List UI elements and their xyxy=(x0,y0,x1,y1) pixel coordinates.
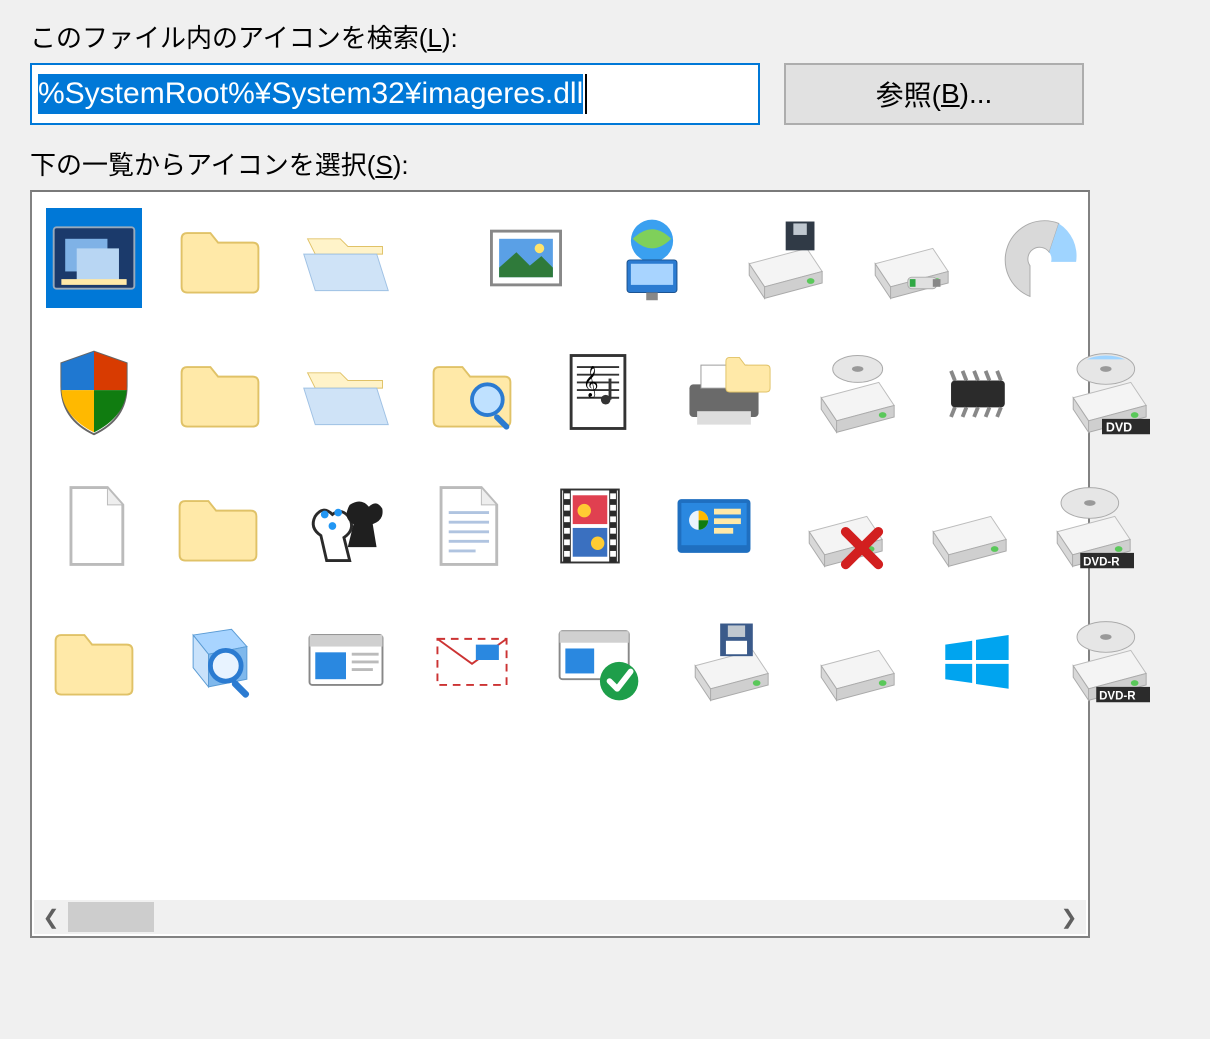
scroll-thumb[interactable] xyxy=(68,902,154,932)
drive-icon[interactable] xyxy=(802,610,898,710)
dvdr-drive-icon[interactable]: DVD-R xyxy=(1054,610,1150,710)
svg-text:DVD: DVD xyxy=(1106,420,1132,434)
chip-icon[interactable] xyxy=(928,342,1024,442)
folder-open-icon[interactable] xyxy=(298,342,394,442)
windows-logo-icon[interactable] xyxy=(928,610,1024,710)
folder-icon[interactable] xyxy=(46,610,142,710)
text-document-icon[interactable] xyxy=(418,476,514,576)
drive-floppy-icon[interactable] xyxy=(730,208,826,308)
icon-empty xyxy=(424,208,448,308)
scroll-left-button[interactable]: ❮ xyxy=(34,900,68,934)
program-default-icon[interactable] xyxy=(666,476,762,576)
scroll-track[interactable] xyxy=(68,900,1052,934)
document-blank-icon[interactable] xyxy=(46,476,142,576)
icons-list[interactable]: 𝄞DVDDVD-RDVD-R ❮ ❯ xyxy=(30,190,1090,938)
shield-security-icon[interactable] xyxy=(46,342,142,442)
drive-icon[interactable] xyxy=(914,476,1010,576)
text-caret xyxy=(585,74,587,114)
svg-text:𝄞: 𝄞 xyxy=(583,365,599,398)
folder-search-icon[interactable] xyxy=(424,342,520,442)
folder-icon[interactable] xyxy=(172,342,268,442)
drive-usb-icon[interactable] xyxy=(856,208,952,308)
envelope-icon[interactable] xyxy=(424,610,520,710)
path-selected-text: %SystemRoot%¥System32¥imageres.dll xyxy=(38,74,583,114)
dvd-drive-icon[interactable]: DVD xyxy=(1054,342,1150,442)
path-row: %SystemRoot%¥System32¥imageres.dll 参照(B)… xyxy=(30,63,1180,125)
disc-eject-icon[interactable] xyxy=(802,342,898,442)
browse-button[interactable]: 参照(B)... xyxy=(784,63,1084,125)
search-3d-icon[interactable] xyxy=(172,610,268,710)
search-label: このファイル内のアイコンを検索(L): xyxy=(30,18,1180,55)
scroll-right-button[interactable]: ❯ xyxy=(1052,900,1086,934)
disc-partial-icon[interactable] xyxy=(982,208,1078,308)
folder-icon[interactable] xyxy=(172,208,268,308)
window-icon[interactable] xyxy=(298,610,394,710)
printer-folder-icon[interactable] xyxy=(676,342,772,442)
drive-save-icon[interactable] xyxy=(676,610,772,710)
game-pieces-icon[interactable] xyxy=(294,476,390,576)
folder-open-icon[interactable] xyxy=(298,208,394,308)
icon-path-input[interactable]: %SystemRoot%¥System32¥imageres.dll xyxy=(30,63,760,125)
horizontal-scrollbar[interactable]: ❮ ❯ xyxy=(34,900,1086,934)
svg-text:DVD-R: DVD-R xyxy=(1099,690,1136,702)
network-globe-icon[interactable] xyxy=(604,208,700,308)
svg-text:DVD-R: DVD-R xyxy=(1083,556,1120,568)
picture-icon[interactable] xyxy=(478,208,574,308)
window-stack-icon[interactable] xyxy=(46,208,142,308)
folder-icon[interactable] xyxy=(170,476,266,576)
dvdr-drive-icon[interactable]: DVD-R xyxy=(1038,476,1134,576)
select-label: 下の一覧からアイコンを選択(S): xyxy=(30,145,1180,182)
drive-error-icon[interactable] xyxy=(790,476,886,576)
video-clip-icon[interactable] xyxy=(542,476,638,576)
window-checked-icon[interactable] xyxy=(550,610,646,710)
music-sheet-icon[interactable]: 𝄞 xyxy=(550,342,646,442)
